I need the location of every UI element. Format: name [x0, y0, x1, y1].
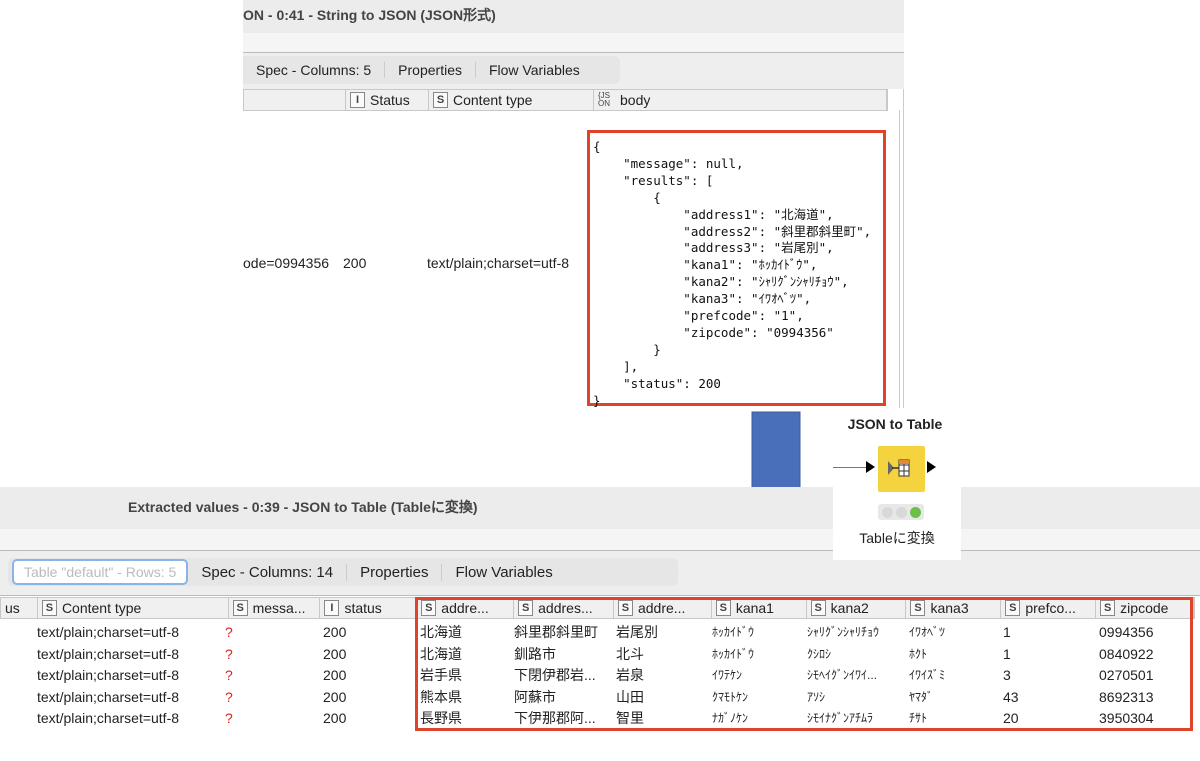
- input-port-icon[interactable]: [866, 461, 875, 473]
- tab-properties[interactable]: Properties: [385, 62, 476, 78]
- node-label: Tableに変換: [859, 530, 935, 546]
- column-label: Status: [370, 92, 410, 108]
- tab-flow-variables[interactable]: Flow Variables: [476, 62, 593, 78]
- missing-value-icon: ?: [225, 645, 233, 662]
- table-cell: text/plain;charset=utf-8: [37, 624, 180, 640]
- tab-bar: Spec - Columns: 5 Properties Flow Variab…: [243, 56, 620, 84]
- node-body[interactable]: [878, 446, 925, 492]
- column-label: messa...: [252, 600, 306, 616]
- column-label: status: [344, 600, 382, 616]
- column-header-body[interactable]: {JS ON body: [594, 90, 887, 110]
- table-header: I Status S Content type {JS ON body: [243, 89, 888, 111]
- node-title: JSON to Table: [847, 416, 943, 432]
- json-body-highlight: { "message": null, "results": [ { "addre…: [587, 130, 886, 408]
- string-type-icon: S: [232, 600, 248, 616]
- table-cell: text/plain;charset=utf-8: [37, 688, 180, 705]
- extracted-values-title: Extracted values - 0:39 - JSON to Table …: [0, 487, 1200, 529]
- column-header[interactable]: us: [1, 598, 38, 618]
- int-type-icon: I: [350, 92, 365, 108]
- column-label: Content type: [61, 600, 142, 616]
- missing-value-icon: ?: [225, 710, 233, 727]
- status-light-green: [909, 506, 921, 518]
- output-port-icon[interactable]: [927, 461, 936, 473]
- column-header-status[interactable]: I Status: [346, 90, 429, 110]
- node-status-lights: [878, 504, 924, 520]
- missing-value-icon: ?: [225, 667, 233, 684]
- toolbar: [0, 529, 1200, 551]
- json-type-icon: {JS ON: [598, 91, 611, 108]
- string-type-icon: S: [433, 92, 448, 108]
- cell-status: 200: [343, 255, 367, 271]
- column-label: body: [620, 92, 651, 108]
- json-body-cell: { "message": null, "results": [ { "addre…: [593, 139, 872, 408]
- divider: [0, 578, 1200, 596]
- missing-value-icon: ?: [225, 624, 233, 640]
- string-type-icon: S: [41, 600, 57, 616]
- table-cell: 200: [323, 624, 347, 640]
- table-cell: 200: [323, 667, 347, 684]
- int-type-icon: I: [324, 600, 340, 616]
- table-cell: 200: [323, 645, 347, 662]
- cell-url: ode=0994356: [243, 255, 330, 271]
- column-label: Content type: [453, 92, 533, 108]
- column-header[interactable]: S Content type: [38, 598, 229, 618]
- column-header-content-type[interactable]: S Content type: [429, 90, 594, 110]
- cell-content-type: text/plain;charset=utf-8: [427, 255, 570, 271]
- table-cell: text/plain;charset=utf-8: [37, 710, 180, 727]
- window-title: ON - 0:41 - String to JSON (JSON形式): [243, 0, 904, 33]
- table-cell: text/plain;charset=utf-8: [37, 645, 180, 662]
- column-header[interactable]: Smessa...: [229, 598, 321, 618]
- json-to-table-node[interactable]: JSON to Table Tableに変換: [833, 408, 961, 560]
- table-cell: 200: [323, 710, 347, 727]
- missing-value-icon: ?: [225, 688, 233, 705]
- status-light-yellow: [895, 506, 907, 518]
- json-to-table-icon: [888, 459, 910, 477]
- table-cell: 200: [323, 688, 347, 705]
- tab-spec[interactable]: Spec - Columns: 5: [243, 62, 386, 78]
- column-label: us: [5, 600, 20, 616]
- extracted-columns-highlight: [415, 597, 1193, 731]
- table-cell: text/plain;charset=utf-8: [37, 667, 180, 684]
- toolbar: [243, 33, 904, 53]
- column-header[interactable]: Istatus: [320, 598, 418, 618]
- column-header-blank[interactable]: [244, 90, 346, 110]
- status-light-red: [881, 506, 893, 518]
